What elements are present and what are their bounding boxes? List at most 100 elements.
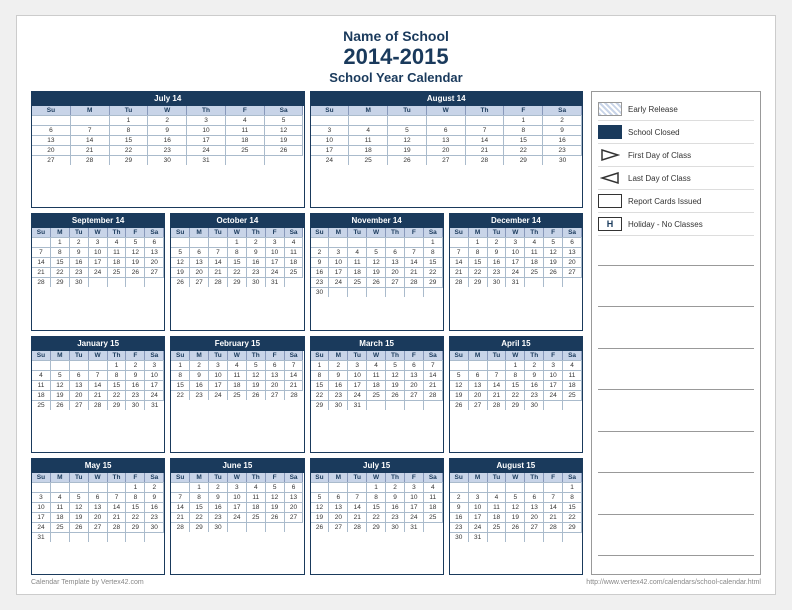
calendar-day: 8 [311,370,330,380]
calendar-day: 11 [367,370,386,380]
calendar-July-15: July 15SuMTuWThFSa1234567891011121314151… [310,458,444,575]
calendar-day [469,482,488,492]
legend-icon-holiday: H [598,217,622,231]
calendar-day: 28 [285,390,304,400]
calendar-day: 24 [329,277,348,287]
calendar-day: 7 [285,360,304,370]
day-header: W [89,473,108,482]
calendar-day: 9 [488,247,507,257]
calendar-day: 14 [466,135,505,145]
day-header: W [506,473,525,482]
calendar-day: 3 [32,492,51,502]
calendar-day: 10 [469,502,488,512]
day-header: Su [311,106,350,115]
calendar-day: 16 [190,380,209,390]
calendar-day: 13 [266,370,285,380]
calendar-day: 5 [386,360,405,370]
calendar-day [89,532,108,542]
calendar-day: 25 [108,267,127,277]
calendar-day: 3 [506,237,525,247]
calendar-day: 27 [563,267,582,277]
calendar-day: 21 [466,145,505,155]
calendar-day [71,115,110,125]
calendar-day: 7 [424,360,443,370]
calendar-day: 19 [386,380,405,390]
calendar-day [466,115,505,125]
calendar-day: 23 [209,512,228,522]
calendar-day [563,400,582,410]
calendar-day: 22 [190,512,209,522]
calendar-day: 4 [348,247,367,257]
calendar-day: 13 [329,502,348,512]
calendar-day: 14 [285,370,304,380]
calendar-day: 29 [424,277,443,287]
calendar-day: 29 [504,155,543,165]
calendar-day: 14 [209,257,228,267]
calendar-day: 4 [349,125,388,135]
calendar-day: 5 [388,125,427,135]
calendar-day: 11 [348,257,367,267]
calendar-day [209,237,228,247]
note-line [598,497,754,515]
day-header: Tu [209,351,228,360]
calendar-day: 2 [70,237,89,247]
calendar-day: 18 [247,502,266,512]
calendar-day: 15 [108,380,127,390]
calendar-day: 9 [525,370,544,380]
legend-item-report-cards: Report Cards Issued [598,190,754,213]
calendar-day: 24 [405,512,424,522]
calendar-day: 22 [469,267,488,277]
calendar-day: 17 [187,135,226,145]
legend-item-early-release: Early Release [598,98,754,121]
calendar-day: 1 [228,237,247,247]
calendar-day: 19 [450,390,469,400]
calendar-day: 2 [329,360,348,370]
calendar-day: 4 [525,237,544,247]
calendar-day [126,277,145,287]
calendar-day: 27 [405,390,424,400]
calendar-day: 12 [247,370,266,380]
calendar-day: 28 [544,522,563,532]
calendar-day [424,400,443,410]
day-header: Tu [70,351,89,360]
calendar-day [544,277,563,287]
calendar-header: July 15 [311,459,443,472]
calendar-day: 17 [89,257,108,267]
calendar-day: 9 [311,257,330,267]
calendar-day: 24 [506,267,525,277]
calendar-day: 17 [544,380,563,390]
calendar-day: 28 [89,400,108,410]
calendar-day: 2 [145,482,164,492]
calendar-day: 27 [266,390,285,400]
calendar-day: 15 [469,257,488,267]
calendar-day [348,287,367,297]
calendar-day: 21 [32,267,51,277]
day-header: Th [108,473,127,482]
day-header: Su [171,351,190,360]
calendar-day: 4 [367,360,386,370]
calendar-day: 20 [145,257,164,267]
calendar-day: 1 [190,482,209,492]
page: Name of School 2014-2015 School Year Cal… [16,15,776,595]
calendar-day: 13 [32,135,71,145]
calendar-day: 22 [563,512,582,522]
calendar-day: 12 [450,380,469,390]
calendar-day: 22 [506,390,525,400]
day-header: Th [525,473,544,482]
calendar-day: 29 [563,522,582,532]
calendar-day: 1 [311,360,330,370]
calendar-header: January 15 [32,337,164,350]
calendar-day: 13 [563,247,582,257]
calendar-May-15: May 15SuMTuWThFSa12345678910111213141516… [31,458,165,575]
day-header: M [190,473,209,482]
calendar-day: 8 [563,492,582,502]
calendar-day: 13 [405,370,424,380]
calendar-day: 1 [504,115,543,125]
calendar-day: 2 [525,360,544,370]
day-header: Su [450,228,469,237]
calendar-day: 2 [543,115,582,125]
calendar-day: 19 [171,267,190,277]
day-header: Tu [110,106,149,115]
calendar-day: 7 [450,247,469,257]
calendar-day: 23 [190,390,209,400]
